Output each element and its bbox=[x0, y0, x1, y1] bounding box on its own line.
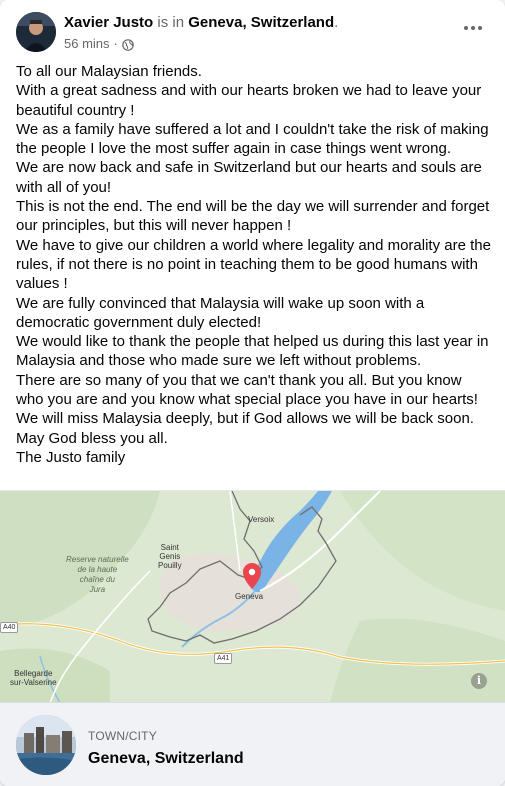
post-card: Xavier Justo is in Geneva, Switzerland. … bbox=[0, 0, 505, 786]
road-badge-a40: A40 bbox=[0, 622, 19, 633]
post-header: Xavier Justo is in Geneva, Switzerland. … bbox=[16, 12, 489, 56]
post-line: May God bless you all. bbox=[16, 429, 168, 447]
author-avatar[interactable] bbox=[16, 12, 56, 52]
post-line: The Justo family bbox=[16, 448, 126, 466]
location-map[interactable]: Versoix Saint Genis Pouilly Reserve natu… bbox=[0, 490, 505, 702]
map-label-bellegarde: Bellegarde sur-Valserine bbox=[10, 669, 57, 687]
author-name[interactable]: Xavier Justo bbox=[64, 14, 153, 31]
post-line: We as a family have suffered a lot and I… bbox=[16, 120, 489, 158]
road-badge-a41: A41 bbox=[214, 653, 233, 664]
post-subline: 56 mins · bbox=[64, 35, 449, 53]
post-title-line: Xavier Justo is in Geneva, Switzerland. bbox=[64, 13, 449, 33]
place-card[interactable]: TOWN/CITY Geneva, Switzerland bbox=[0, 702, 505, 786]
more-horizontal-icon[interactable] bbox=[457, 16, 489, 40]
globe-icon[interactable] bbox=[122, 38, 134, 51]
post-line: We are now back and safe in Switzerland … bbox=[16, 159, 482, 196]
place-type: TOWN/CITY bbox=[88, 729, 157, 743]
post-line: This is not the end. The end will be the… bbox=[16, 198, 490, 235]
map-label-versoix: Versoix bbox=[248, 515, 275, 524]
post-line: We have to give our children a world whe… bbox=[16, 236, 491, 293]
post-line: We are fully convinced that Malaysia wil… bbox=[16, 294, 425, 331]
post-line: We would like to thank the people that h… bbox=[16, 333, 489, 370]
map-info-icon[interactable]: i bbox=[471, 673, 487, 689]
post-body: To all our Malaysian friends. With a gre… bbox=[16, 62, 493, 467]
place-name[interactable]: Geneva, Switzerland bbox=[88, 749, 244, 769]
period-text: . bbox=[334, 14, 339, 31]
post-line: There are so many of you that we can't t… bbox=[16, 371, 478, 409]
post-line: To all our Malaysian friends. bbox=[16, 63, 202, 80]
location-link[interactable]: Geneva, Switzerland bbox=[188, 14, 334, 31]
separator: · bbox=[113, 36, 118, 51]
post-line: With a great sadness and with our hearts… bbox=[16, 82, 482, 119]
post-line: We will miss Malaysia deeply, but if God… bbox=[16, 410, 474, 428]
post-meta: Xavier Justo is in Geneva, Switzerland. … bbox=[64, 13, 449, 53]
map-label-geneva: Geneva bbox=[235, 592, 264, 601]
timestamp[interactable]: 56 mins bbox=[64, 35, 110, 53]
place-thumbnail[interactable] bbox=[16, 715, 76, 775]
map-label-reserve: Reserve naturelle de la haute chaîne du … bbox=[66, 555, 129, 594]
connector-text: is in bbox=[157, 14, 185, 31]
map-label-saint-genis: Saint Genis Pouilly bbox=[158, 543, 182, 570]
